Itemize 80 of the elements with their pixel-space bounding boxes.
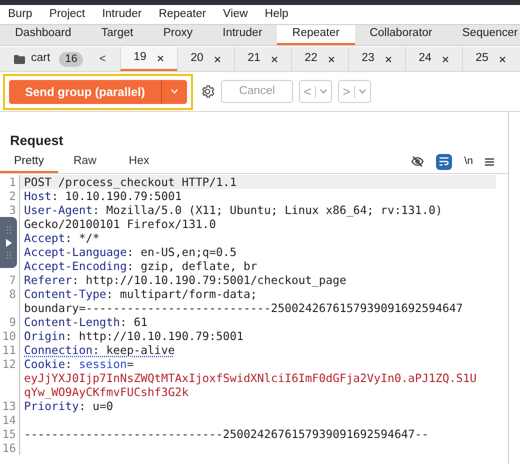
eye-off-icon[interactable] — [411, 156, 424, 167]
code-line: eyJjYXJ0Ijp7InNsZWQtMTAxIjoxfSwidXNlciI6ImF0dGFja2VyIn0.aPJ1ZQ.S1U — [24, 371, 477, 385]
word-wrap-toggle[interactable] — [436, 154, 452, 170]
line-number: 1 — [9, 175, 16, 189]
folder-icon — [14, 54, 25, 64]
menu-item[interactable]: View — [223, 6, 248, 24]
code-line: Gecko/20100101 Firefox/131.0 — [24, 217, 216, 231]
caret-icon — [320, 89, 328, 94]
view-tab[interactable]: Raw — [58, 152, 112, 173]
send-options-button[interactable] — [161, 80, 188, 104]
menu-item[interactable]: Repeater — [158, 6, 206, 24]
line-number: 13 — [2, 399, 16, 413]
close-icon[interactable] — [442, 56, 450, 62]
menu-icon[interactable] — [485, 158, 494, 166]
line-number: 7 — [9, 273, 16, 287]
code-line: Accept-Encoding: gzip, deflate, br — [24, 259, 258, 273]
request-tab[interactable]: 23 — [348, 47, 405, 71]
menu-item[interactable]: Burp — [8, 6, 32, 24]
line-number: 10 — [2, 329, 16, 343]
menu-item[interactable]: Project — [49, 6, 86, 24]
code-line: Accept-Language: en-US,en;q=0.5 — [24, 245, 237, 259]
play-icon[interactable] — [6, 238, 12, 246]
code-line: Priority: u=0 — [24, 399, 114, 413]
code-line: Content-Length: 61 — [24, 315, 148, 329]
line-number: 9 — [9, 315, 16, 329]
code-line: Referer: http://10.10.190.79:5001/checkout_page — [24, 273, 346, 287]
line-number: 3 — [9, 203, 16, 217]
code-line: qYw_WO9AyCKfmvFUCshf3G2k — [24, 385, 189, 399]
main-tab[interactable]: Repeater — [277, 25, 355, 45]
line-number: 14 — [2, 413, 16, 427]
request-tab[interactable]: 21 — [234, 47, 291, 71]
newline-toggle[interactable]: \n — [464, 154, 473, 170]
close-icon[interactable] — [271, 56, 278, 62]
code-line: Cookie: session= — [24, 357, 134, 371]
close-icon[interactable] — [328, 56, 336, 62]
grip-icon — [6, 250, 12, 260]
main-tab[interactable]: Dashboard — [0, 25, 86, 45]
line-number: 16 — [2, 441, 16, 455]
caret-icon — [359, 89, 366, 94]
line-number: 11 — [2, 343, 16, 357]
menu-item[interactable]: Intruder — [102, 6, 142, 24]
main-tab[interactable]: Proxy — [148, 25, 208, 45]
view-tab[interactable]: Pretty — [0, 152, 58, 173]
group-name[interactable]: cart — [31, 50, 50, 68]
main-tab[interactable]: Target — [86, 25, 148, 45]
code-line: Content-Type: multipart/form-data; — [24, 287, 258, 301]
settings-icon[interactable] — [200, 84, 216, 99]
close-icon[interactable] — [385, 56, 392, 62]
code-line: Accept: */* — [24, 231, 100, 245]
menu-item[interactable]: Help — [264, 6, 288, 24]
close-icon[interactable] — [499, 56, 506, 62]
code-line: -----------------------------2500242676157939091692594647-- — [24, 427, 429, 441]
wrap-icon — [439, 157, 450, 166]
grip-icon — [6, 226, 12, 234]
code-line: POST /process_checkout HTTP/1.1 — [24, 175, 237, 189]
main-tab[interactable]: Sequencer — [447, 25, 520, 45]
scroll-left-button[interactable]: < — [99, 50, 106, 68]
request-tab[interactable]: 25 — [462, 47, 519, 71]
line-number: 12 — [2, 357, 16, 371]
code-line: boundary=---------------------------2500242676157939091692594647 — [24, 301, 463, 315]
line-number: 8 — [9, 287, 16, 301]
close-icon[interactable] — [214, 56, 222, 62]
count-badge: 16 — [59, 52, 84, 66]
request-tab[interactable]: 24 — [405, 47, 462, 71]
code-line: Host: 10.10.190.79:5001 — [24, 189, 182, 203]
request-tab[interactable]: 20 — [177, 47, 234, 71]
code-line: Origin: http://10.10.190.79:5001 — [24, 329, 244, 343]
request-tab[interactable]: 19 — [120, 47, 177, 71]
close-icon[interactable] — [157, 54, 164, 62]
main-tab[interactable]: Collaborator — [354, 25, 448, 45]
code-line: Connection: keep-alive — [24, 343, 175, 357]
line-number: 2 — [9, 189, 16, 203]
line-number: 15 — [2, 427, 16, 441]
panel-handle[interactable] — [0, 217, 17, 268]
code-line: User-Agent: Mozilla/5.0 (X11; Ubuntu; Linux x86_64; rv:131.0) — [24, 203, 442, 217]
main-tab[interactable]: Intruder — [208, 25, 278, 45]
caret-icon — [171, 89, 178, 94]
panel-title: Request — [10, 132, 64, 150]
request-tab[interactable]: 22 — [291, 47, 348, 71]
view-tab[interactable]: Hex — [112, 152, 166, 173]
